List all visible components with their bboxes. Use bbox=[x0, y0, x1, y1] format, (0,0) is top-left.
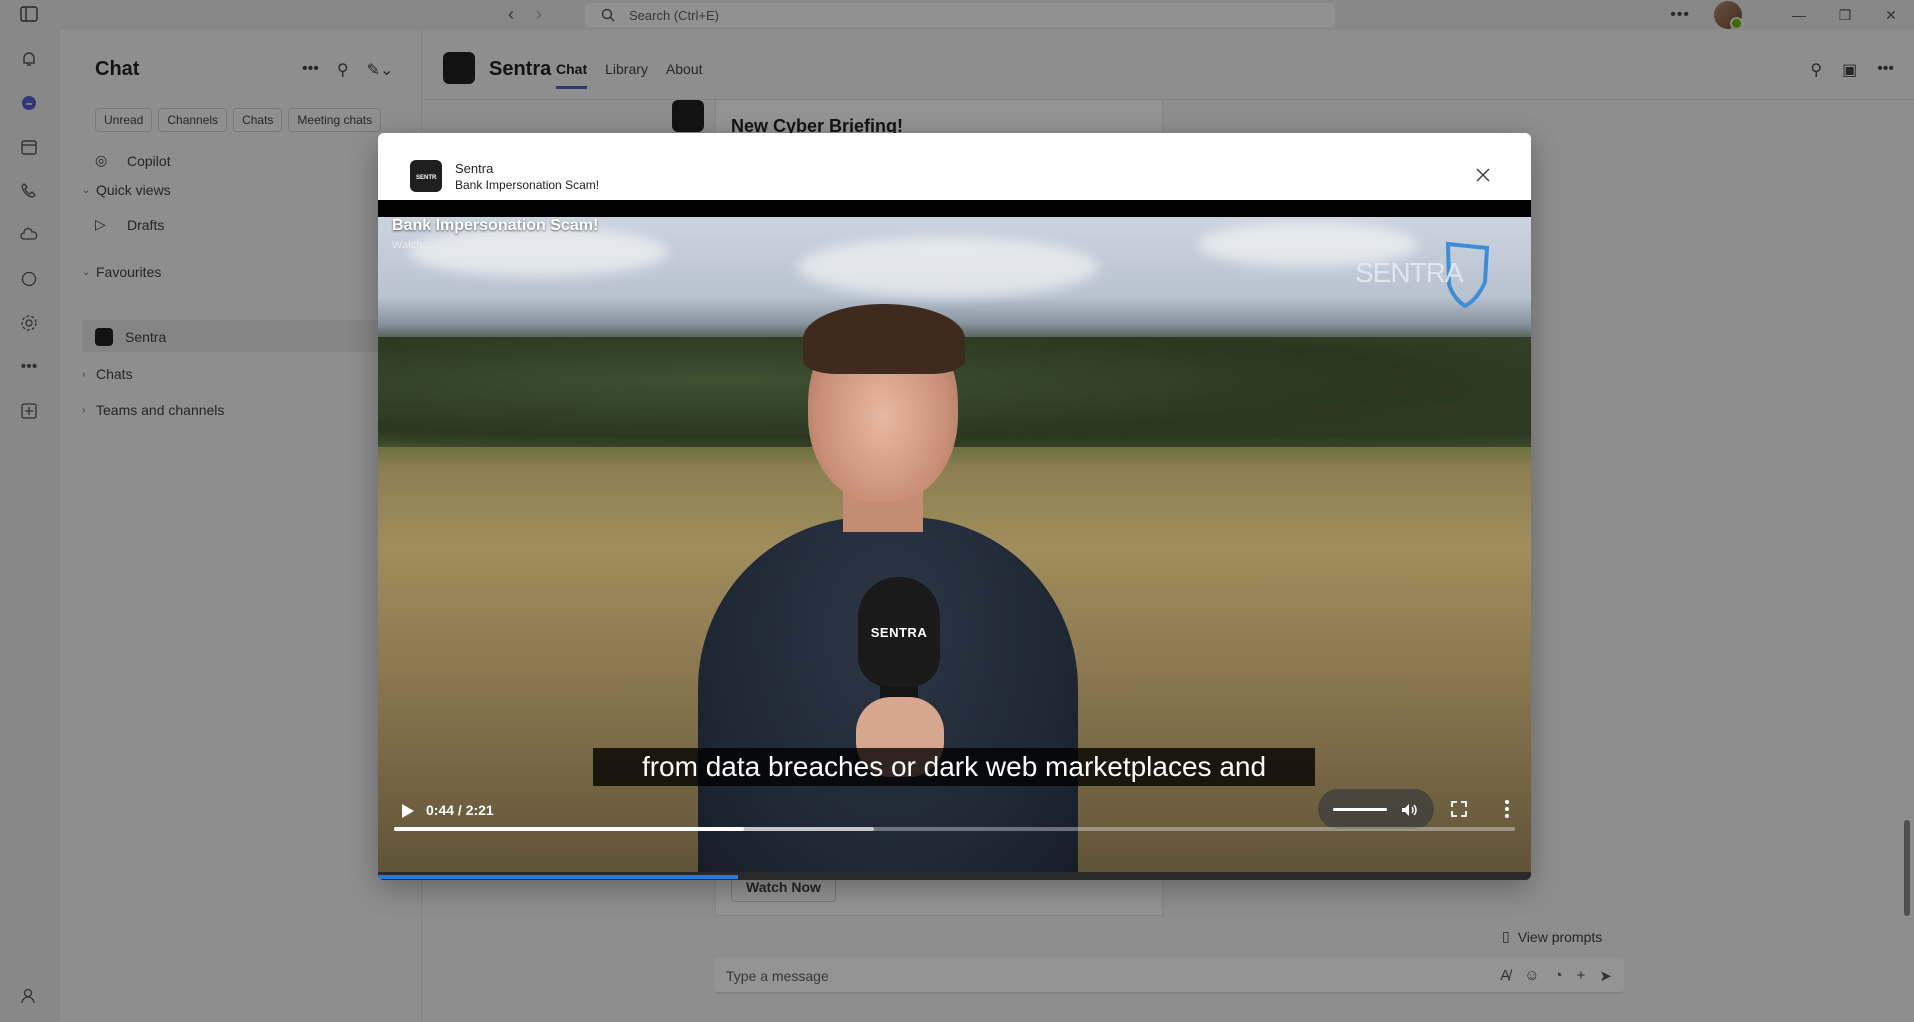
video-player[interactable]: SENTRA Bank Impersonation Scam! Watch...… bbox=[378, 200, 1531, 880]
more-options-icon[interactable] bbox=[1504, 799, 1510, 819]
close-icon[interactable] bbox=[1472, 164, 1494, 186]
hair-shape bbox=[803, 304, 965, 374]
video-title: Bank Impersonation Scam! bbox=[392, 217, 599, 234]
fullscreen-icon[interactable] bbox=[1450, 800, 1468, 818]
modal-subtitle: Bank Impersonation Scam! bbox=[455, 178, 600, 192]
video-controls: 0:44 / 2:21 bbox=[378, 785, 1531, 880]
mic-logo-text: SENTRA bbox=[870, 624, 928, 640]
cloud-shape bbox=[798, 237, 1098, 297]
modal-progress-fill bbox=[378, 875, 738, 879]
caption-text: from data breaches or dark web marketpla… bbox=[593, 748, 1315, 786]
sentra-logo-icon: SENTRA bbox=[410, 160, 442, 192]
time-display: 0:44 / 2:21 bbox=[426, 802, 494, 818]
volume-icon[interactable] bbox=[1400, 801, 1418, 819]
microphone: SENTRA bbox=[858, 577, 940, 687]
play-icon[interactable] bbox=[396, 800, 418, 822]
svg-text:SENTRA: SENTRA bbox=[416, 175, 437, 181]
seek-bar[interactable] bbox=[394, 827, 1515, 831]
video-modal: SENTRA Sentra Bank Impersonation Scam! S… bbox=[378, 133, 1531, 880]
modal-app-name: Sentra bbox=[455, 161, 494, 176]
modal-progress-bar bbox=[378, 872, 1531, 880]
volume-control[interactable] bbox=[1318, 789, 1434, 829]
watermark-text: SENTRA bbox=[1355, 257, 1464, 288]
video-watch-label: Watch... bbox=[392, 239, 432, 251]
volume-slider[interactable] bbox=[1333, 808, 1387, 811]
seek-played bbox=[394, 827, 744, 831]
modal-header: SENTRA Sentra Bank Impersonation Scam! bbox=[378, 133, 1531, 200]
sentra-watermark: SENTRA bbox=[1355, 241, 1490, 309]
